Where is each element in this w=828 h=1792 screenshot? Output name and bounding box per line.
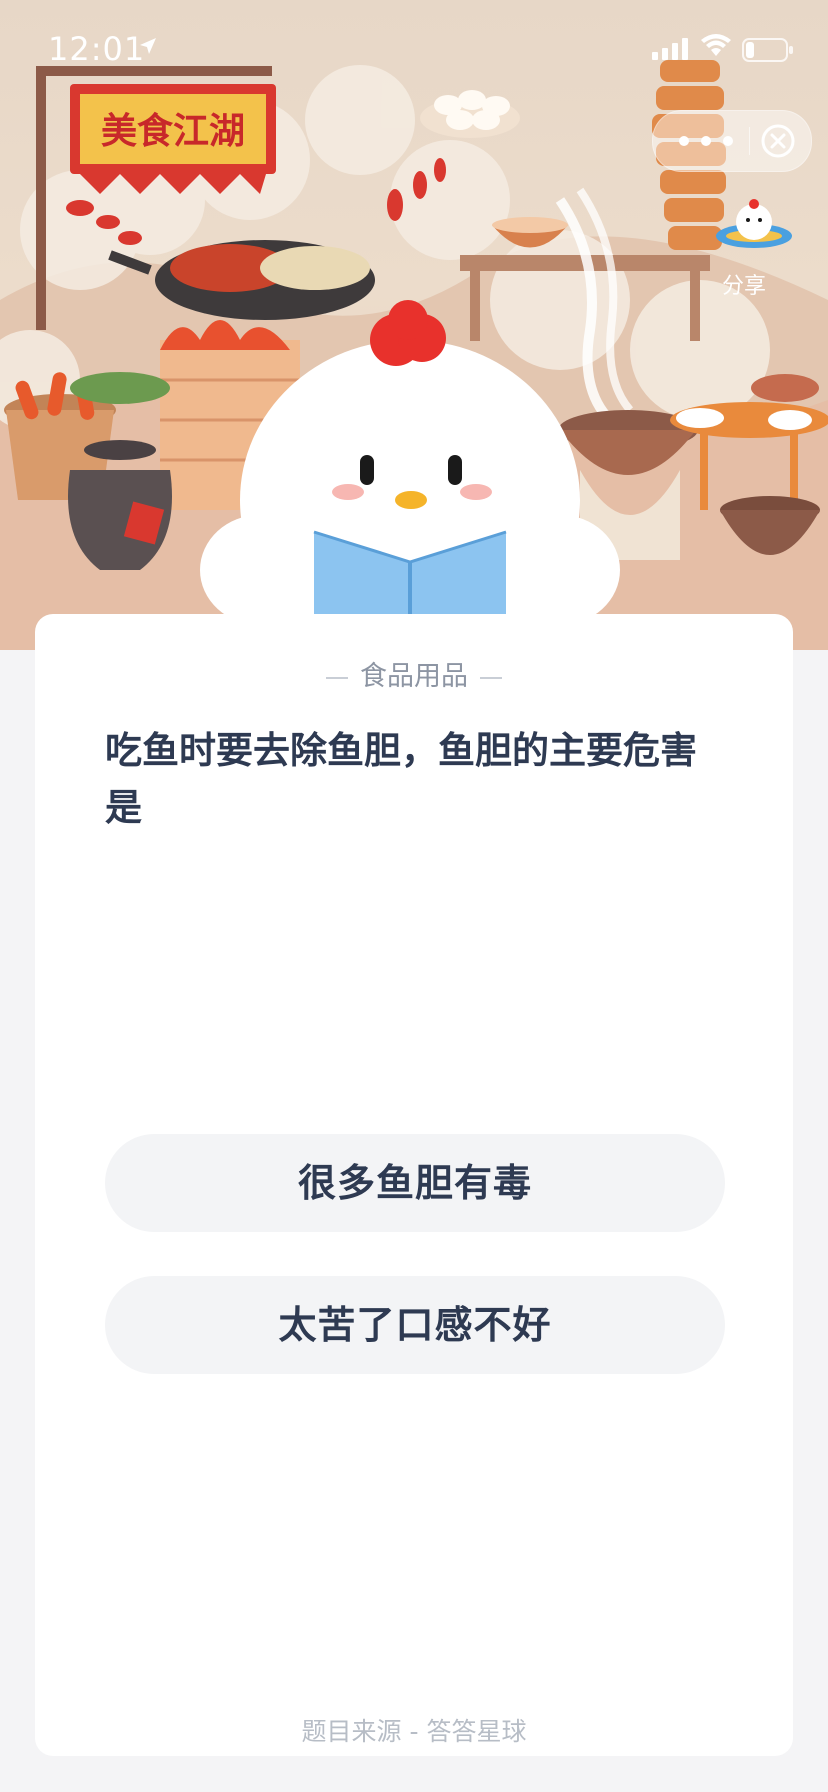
signal-icon [652, 38, 688, 60]
share-label: 分享 [722, 274, 767, 299]
planet-mascot-icon [716, 199, 792, 248]
question-category: 食品用品 [35, 654, 793, 693]
close-circle-icon[interactable] [759, 122, 797, 160]
question-text: 吃鱼时要去除鱼胆，鱼胆的主要危害是 [105, 729, 697, 829]
mini-program-capsule [652, 110, 812, 172]
category-dash-right [480, 676, 502, 679]
category-dash-left [326, 676, 348, 679]
share-button[interactable]: 分享 [704, 190, 804, 300]
more-dots-icon[interactable] [673, 129, 743, 153]
location-arrow-icon [140, 38, 156, 54]
category-label: 食品用品 [360, 661, 468, 692]
question-card: 食品用品 吃鱼时要去除鱼胆，鱼胆的主要危害是 很多鱼胆有毒 太苦了口感不好 题目… [35, 614, 793, 1756]
answer-option-1[interactable]: 很多鱼胆有毒 [105, 1134, 725, 1232]
wifi-icon [701, 34, 731, 56]
battery-icon [742, 38, 793, 62]
capsule-divider [749, 127, 750, 155]
status-time: 12:01 [48, 30, 146, 68]
chicken-mascot [200, 300, 620, 630]
banner-sign-text: 美食江湖 [101, 110, 245, 152]
status-bar: 12:01 [0, 0, 828, 96]
answer-option-2[interactable]: 太苦了口感不好 [105, 1276, 725, 1374]
question-source: 题目来源 - 答答星球 [301, 1717, 527, 1746]
